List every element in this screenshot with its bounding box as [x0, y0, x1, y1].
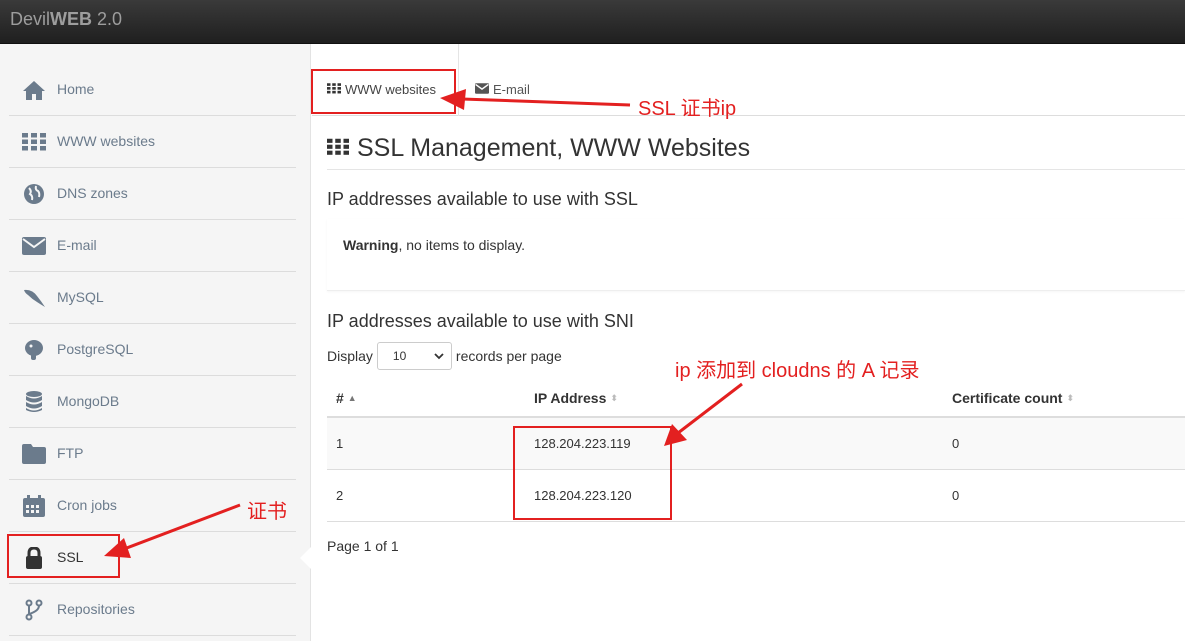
- folder-icon: [21, 442, 47, 466]
- sort-icon: ⬍: [610, 393, 618, 403]
- page-title: SSL Management, WWW Websites: [327, 134, 750, 163]
- grid-icon: [21, 130, 47, 154]
- sidebar-item-label: E-mail: [57, 237, 97, 253]
- table-row[interactable]: 1 128.204.223.119 0: [327, 418, 1185, 470]
- page-length-value: 10: [392, 349, 407, 363]
- sidebar-item-mongodb[interactable]: MongoDB: [9, 376, 296, 428]
- brand-logo[interactable]: DevilWEB 2.0: [10, 9, 122, 30]
- sidebar-item-label: MongoDB: [57, 393, 120, 409]
- sidebar-item-www-websites[interactable]: WWW websites: [9, 116, 296, 168]
- display-label: Display: [327, 348, 373, 364]
- sidebar-item-label: PostgreSQL: [57, 341, 134, 357]
- ssl-ip-panel: Warning, no items to display.: [327, 219, 1185, 291]
- sidebar-item-label: MySQL: [57, 289, 104, 305]
- ssl-ip-heading: IP addresses available to use with SSL: [327, 189, 638, 209]
- sidebar-item-label: Cron jobs: [57, 497, 117, 513]
- elephant-icon: [21, 338, 47, 362]
- sni-ip-heading: IP addresses available to use with SNI: [327, 311, 634, 331]
- database-icon: [21, 390, 47, 414]
- sidebar-item-label: DNS zones: [57, 185, 128, 201]
- main-content: WWW websites E-mail SSL Management, WWW …: [312, 44, 1185, 641]
- empty-warning: Warning, no items to display.: [343, 237, 526, 253]
- cell-number: 1: [336, 436, 344, 451]
- grid-icon: [327, 134, 357, 163]
- calendar-icon: [21, 494, 47, 518]
- top-navbar: DevilWEB 2.0: [0, 0, 1185, 44]
- sidebar-item-dns-zones[interactable]: DNS zones: [9, 168, 296, 220]
- sort-icon: ⬍: [1066, 393, 1075, 403]
- column-header-number[interactable]: # ▲: [336, 390, 357, 406]
- sidebar-item-mysql[interactable]: MySQL: [9, 272, 296, 324]
- page-length-control: Display 10 records per page: [327, 342, 562, 370]
- sidebar-item-label: FTP: [57, 445, 84, 461]
- annotation-label-cloudns: ip 添加到 cloudns 的 A 记录: [675, 360, 920, 382]
- sidebar-item-email[interactable]: E-mail: [9, 220, 296, 272]
- tab-label: E-mail: [493, 82, 530, 97]
- cell-number: 2: [336, 488, 344, 503]
- column-header-ip-address[interactable]: IP Address ⬍: [534, 390, 618, 406]
- annotation-label-cert: 证书: [247, 501, 287, 523]
- sni-ip-table: # ▲ IP Address ⬍ Certificate count ⬍ 1 1…: [327, 376, 1185, 522]
- active-item-pointer: [300, 546, 312, 570]
- column-header-certificate-count[interactable]: Certificate count ⬍: [952, 390, 1074, 406]
- sidebar-item-label: WWW websites: [57, 133, 155, 149]
- sidebar-item-repositories[interactable]: Repositories: [9, 584, 296, 636]
- chevron-down-icon: [433, 350, 445, 365]
- page-title-text: SSL Management, WWW Websites: [357, 134, 751, 162]
- cell-certificate-count: 0: [952, 436, 960, 451]
- globe-icon: [21, 182, 47, 206]
- divider: [327, 169, 1185, 170]
- home-icon: [21, 78, 47, 102]
- tab-divider: [458, 44, 459, 116]
- sidebar-item-home[interactable]: Home: [9, 64, 296, 116]
- sort-asc-icon: ▲: [347, 393, 357, 403]
- tab-email[interactable]: E-mail: [475, 82, 530, 97]
- sidebar-item-label: Repositories: [57, 601, 135, 617]
- page-length-select[interactable]: 10: [376, 342, 452, 370]
- git-branch-icon: [21, 598, 47, 622]
- annotation-box-ip-addresses: [513, 426, 672, 520]
- table-row[interactable]: 2 128.204.223.120 0: [327, 470, 1185, 522]
- annotation-box-www-tab: [311, 69, 456, 114]
- sidebar-item-postgresql[interactable]: PostgreSQL: [9, 324, 296, 376]
- sidebar-item-ftp[interactable]: FTP: [9, 428, 296, 480]
- sidebar-item-label: Home: [57, 81, 95, 97]
- envelope-icon: [475, 82, 493, 97]
- pagination-info: Page 1 of 1: [327, 538, 399, 554]
- records-label: records per page: [455, 348, 562, 364]
- annotation-box-ssl-item: [7, 534, 120, 578]
- envelope-icon: [21, 234, 47, 258]
- annotation-label-ssl-ip: SSL 证书ip: [638, 98, 737, 120]
- dolphin-icon: [21, 286, 47, 310]
- cell-certificate-count: 0: [952, 488, 960, 503]
